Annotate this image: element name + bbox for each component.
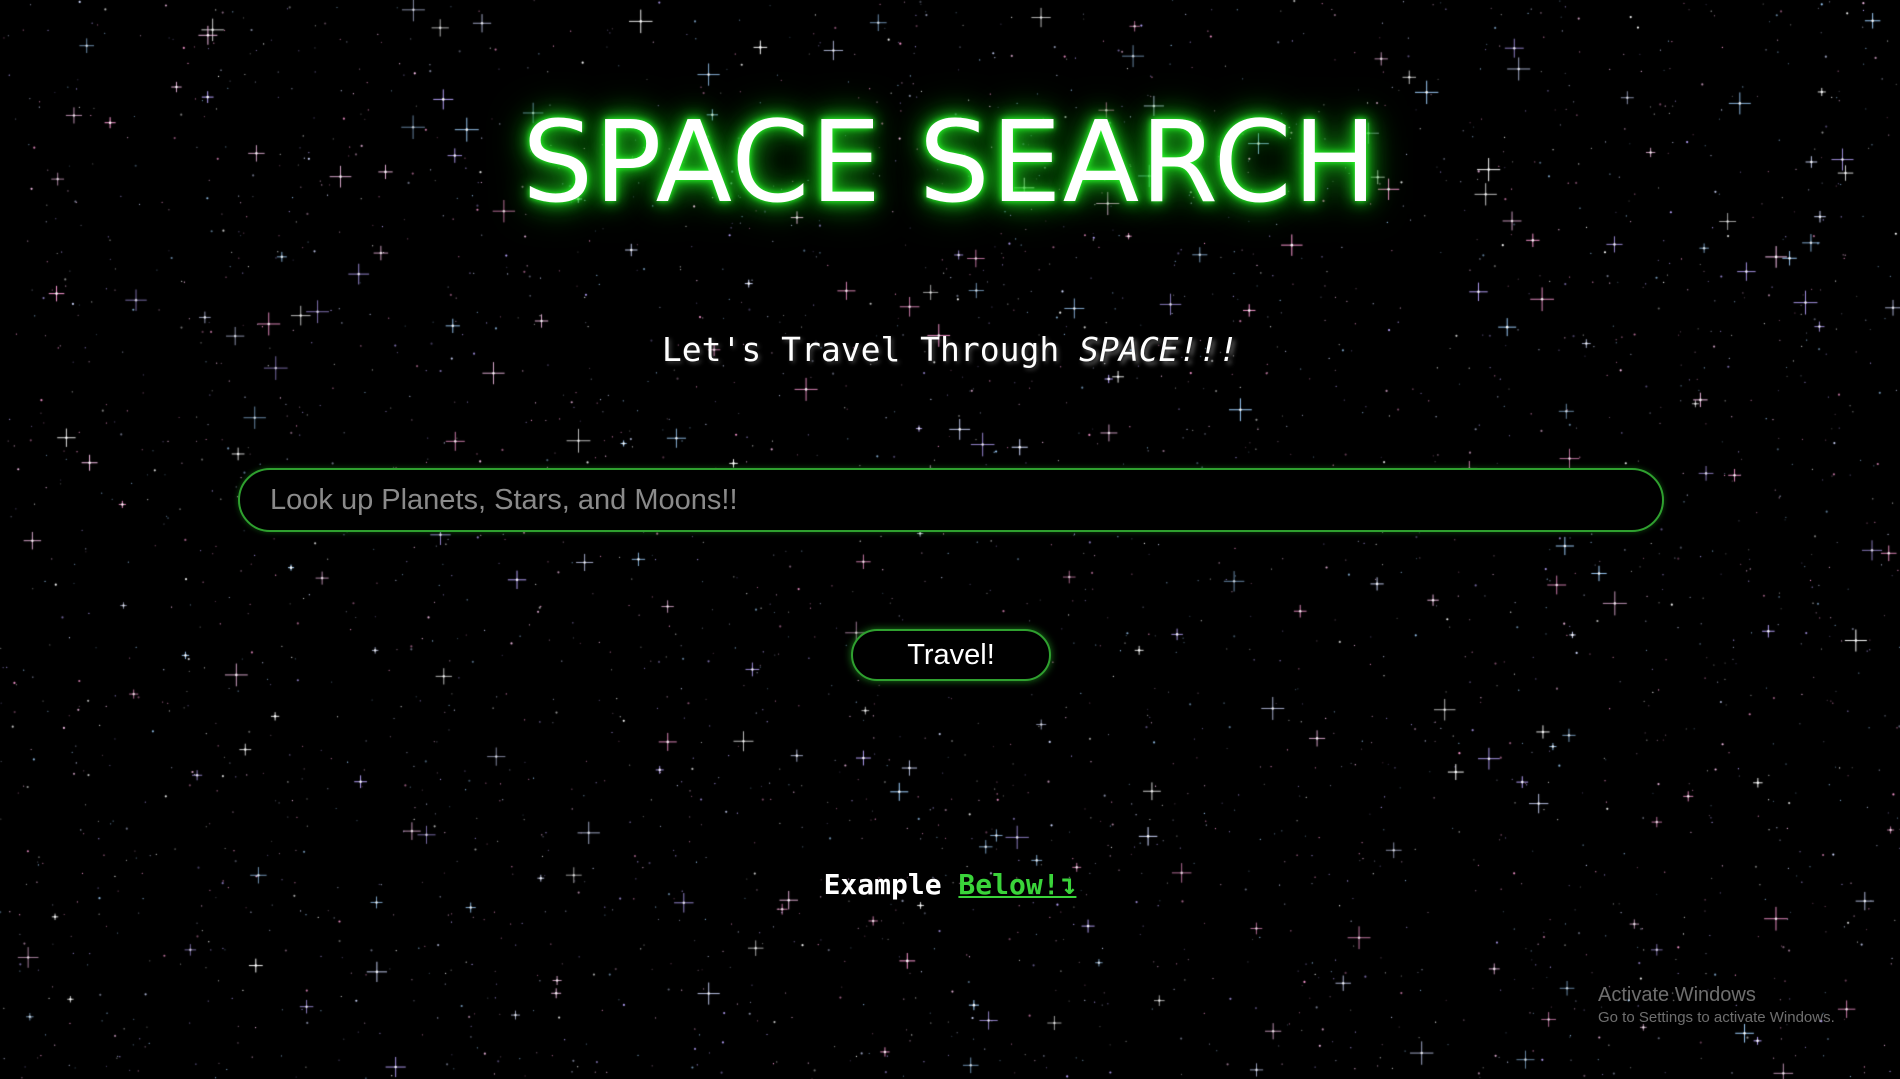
example-below-link[interactable]: Below!↴ [958, 868, 1076, 901]
watermark-subtitle: Go to Settings to activate Windows. [1598, 1009, 1835, 1026]
subtitle-emphasis: SPACE!!! [1079, 330, 1239, 369]
watermark-title: Activate Windows [1598, 984, 1756, 1006]
search-container [238, 468, 1664, 532]
activate-windows-watermark: Activate Windows Go to Settings to activ… [1598, 984, 1835, 1026]
page-title: SPACE SEARCH [522, 98, 1378, 228]
example-label: Example [823, 868, 959, 901]
example-line: Example Below!↴ [0, 868, 1900, 901]
subtitle-prefix: Let's Travel Through [661, 330, 1080, 369]
search-input[interactable] [238, 468, 1664, 532]
subtitle: Let's Travel Through SPACE!!! [0, 330, 1900, 369]
travel-button[interactable]: Travel! [851, 629, 1051, 681]
